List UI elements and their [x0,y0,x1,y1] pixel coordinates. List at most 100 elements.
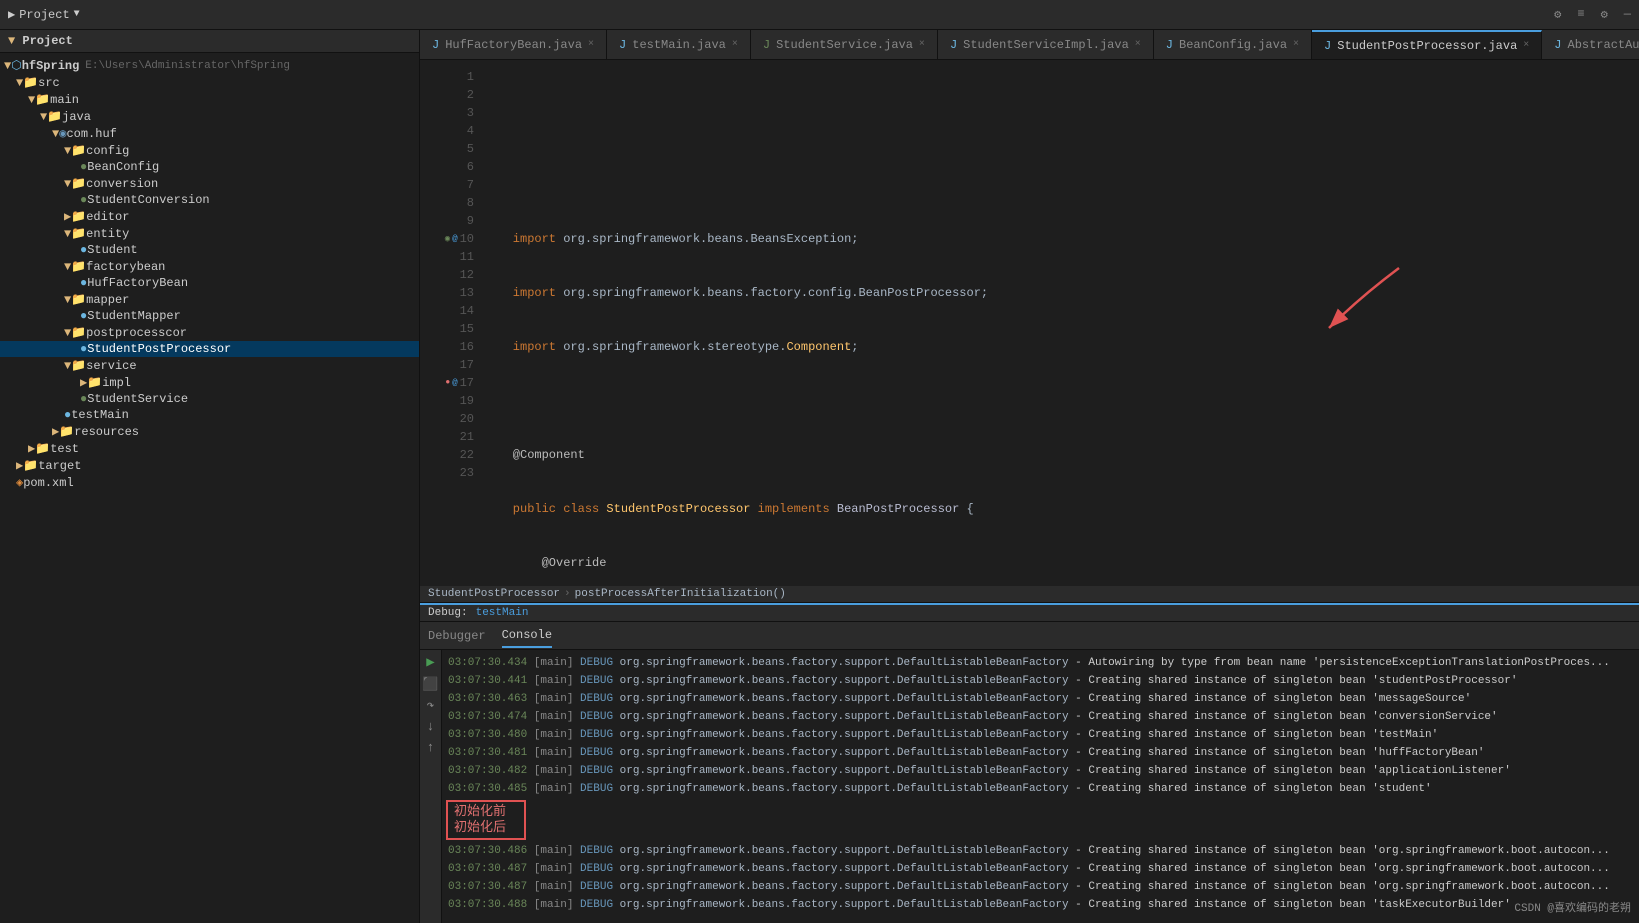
bottom-tab-bar: Debugger Console [420,622,1639,650]
console-output[interactable]: 03:07:30.434 [main] DEBUG org.springfram… [442,650,1639,923]
tab-huffactorybean[interactable]: J HufFactoryBean.java × [420,30,607,59]
top-icons: ⚙ ≡ ⚙ — [1554,7,1631,22]
editor-with-gutter: 1 2 3 4 5 6 7 8 9 ◉@10 11 12 13 14 [420,60,1639,586]
tree-item-main[interactable]: ▼ 📁 main [0,91,419,108]
top-bar: ▶ Project ▼ ⚙ ≡ ⚙ — [0,0,1639,30]
code-line-8: public class StudentPostProcessor implem… [484,500,1631,518]
tree-item-editor[interactable]: ▶ 📁 editor [0,208,419,225]
tab-debugger[interactable]: Debugger [428,625,486,647]
main-layout: ▼ Project ▼ ⬡ hfSpring E:\Users\Administ… [0,30,1639,923]
code-line-6 [484,392,1631,410]
line-num-21: 21 [420,428,474,446]
tree-item-studentpostprocessor[interactable]: ● StudentPostProcessor [0,341,419,357]
tree-item-resources[interactable]: ▶ 📁 resources [0,423,419,440]
console-box-highlight: 初始化前 初始化后 [446,800,526,840]
tree-item-impl[interactable]: ▶ 📁 impl [0,374,419,391]
tree-item-target[interactable]: ▶ 📁 target [0,457,419,474]
line-num-7: 7 [420,176,474,194]
line-num-2: 2 [420,86,474,104]
code-line-7: @Component [484,446,1631,464]
console-init-after: 初始化后 [454,820,518,836]
code-line-5: import org.springframework.stereotype.Co… [484,338,1631,356]
tab-close-icon[interactable]: × [919,39,925,50]
debug-run-icon[interactable]: ⬛ [422,677,438,692]
tree-item-studentconversion[interactable]: ● StudentConversion [0,192,419,208]
line-num-23: 23 [420,464,474,482]
tree-item-test[interactable]: ▶ 📁 test [0,440,419,457]
tree-item-hfspring[interactable]: ▼ ⬡ hfSpring E:\Users\Administrator\hfSp… [0,57,419,74]
tab-beanconfig[interactable]: J BeanConfig.java × [1154,30,1312,59]
debug-label: Debug: [428,607,468,619]
console-line: 03:07:30.485 [main] DEBUG org.springfram… [446,780,1635,798]
breadcrumb-method: postProcessAfterInitialization() [575,588,786,600]
tree-item-student[interactable]: ● Student [0,242,419,258]
debug-session: testMain [476,607,529,619]
step-over-icon[interactable]: ↷ [427,698,435,713]
tree-item-testmain[interactable]: ● testMain [0,407,419,423]
tree-item-pomxml[interactable]: ◈ pom.xml [0,474,419,491]
line-num-13: 13 [420,284,474,302]
dropdown-arrow-icon: ▼ [74,9,80,20]
project-label: ▶ Project ▼ [8,7,80,22]
console-line: 03:07:30.481 [main] DEBUG org.springfram… [446,744,1635,762]
tab-close-icon[interactable]: × [1523,40,1529,51]
settings-icon[interactable]: ⚙ [1554,7,1561,22]
tree-item-src[interactable]: ▼ 📁 src [0,74,419,91]
tab-studentservice[interactable]: J StudentService.java × [751,30,938,59]
tree-item-factorybean[interactable]: ▼ 📁 factorybean [0,258,419,275]
console-line: 03:07:30.474 [main] DEBUG org.springfram… [446,708,1635,726]
tab-close-icon[interactable]: × [1293,39,1299,50]
tree-item-service[interactable]: ▼ 📁 service [0,357,419,374]
line-num-16: 16 [420,338,474,356]
tab-abstractautowire[interactable]: J AbstractAutowireCapable... × [1542,30,1639,59]
tab-testmain[interactable]: J testMain.java × [607,30,751,59]
step-in-icon[interactable]: ↓ [427,719,435,734]
tree-item-beanconfig[interactable]: ● BeanConfig [0,159,419,175]
run-icon[interactable]: ▶ [426,654,434,671]
tree-item-entity[interactable]: ▼ 📁 entity [0,225,419,242]
tree-item-huffactorybean[interactable]: ● HufFactoryBean [0,275,419,291]
tab-studentserviceimpl[interactable]: J StudentServiceImpl.java × [938,30,1154,59]
tab-close-icon[interactable]: × [732,39,738,50]
line-num-19: 19 [420,392,474,410]
line-num-8: 8 [420,194,474,212]
code-line-2 [484,176,1631,194]
tree-item-comhuf[interactable]: ▼ ◉ com.huf [0,125,419,142]
tree-item-config[interactable]: ▼ 📁 config [0,142,419,159]
console-init-before: 初始化前 [454,804,518,820]
tree-item-studentmapper[interactable]: ● StudentMapper [0,308,419,324]
line-num-18: ●@17 [420,374,474,392]
tree-item-postprocesscor[interactable]: ▼ 📁 postprocesscor [0,324,419,341]
folder-expand-icon: ▼ [4,59,11,73]
tree-item-studentservice[interactable]: ● StudentService [0,391,419,407]
tab-studentpostprocessor[interactable]: J StudentPostProcessor.java × [1312,30,1542,59]
line-num-10: ◉@10 [420,230,474,248]
line-num-3: 3 [420,104,474,122]
breadcrumb: StudentPostProcessor › postProcessAfterI… [420,586,1639,603]
step-out-icon[interactable]: ↑ [427,740,435,755]
code-content[interactable]: import org.springframework.beans.BeansEx… [480,60,1639,586]
menu-icon[interactable]: ≡ [1577,7,1584,22]
tree-item-conversion[interactable]: ▼ 📁 conversion [0,175,419,192]
code-line-1 [484,122,1631,140]
sidebar-header: ▼ Project [0,30,419,53]
console-line: 03:07:30.480 [main] DEBUG org.springfram… [446,726,1635,744]
tree-item-mapper[interactable]: ▼ 📁 mapper [0,291,419,308]
tab-console[interactable]: Console [502,624,552,648]
code-editor[interactable]: 1 2 3 4 5 6 7 8 9 ◉@10 11 12 13 14 [420,60,1639,586]
line-num-14: 14 [420,302,474,320]
debug-bar: Debug: testMain [420,605,1639,622]
config-icon[interactable]: ⚙ [1601,7,1608,22]
console-line: 03:07:30.463 [main] DEBUG org.springfram… [446,690,1635,708]
tab-close-icon[interactable]: × [1135,39,1141,50]
tab-bar: J HufFactoryBean.java × J testMain.java … [420,30,1639,60]
tree-item-java[interactable]: ▼ 📁 java [0,108,419,125]
breadcrumb-class: StudentPostProcessor [428,588,560,600]
tab-close-icon[interactable]: × [588,39,594,50]
java-file-icon: J [432,38,439,52]
code-line-9: @Override [484,554,1631,572]
minimize-icon[interactable]: — [1624,7,1631,22]
line-num-11: 11 [420,248,474,266]
line-num-1: 1 [420,68,474,86]
sidebar: ▼ Project ▼ ⬡ hfSpring E:\Users\Administ… [0,30,420,923]
